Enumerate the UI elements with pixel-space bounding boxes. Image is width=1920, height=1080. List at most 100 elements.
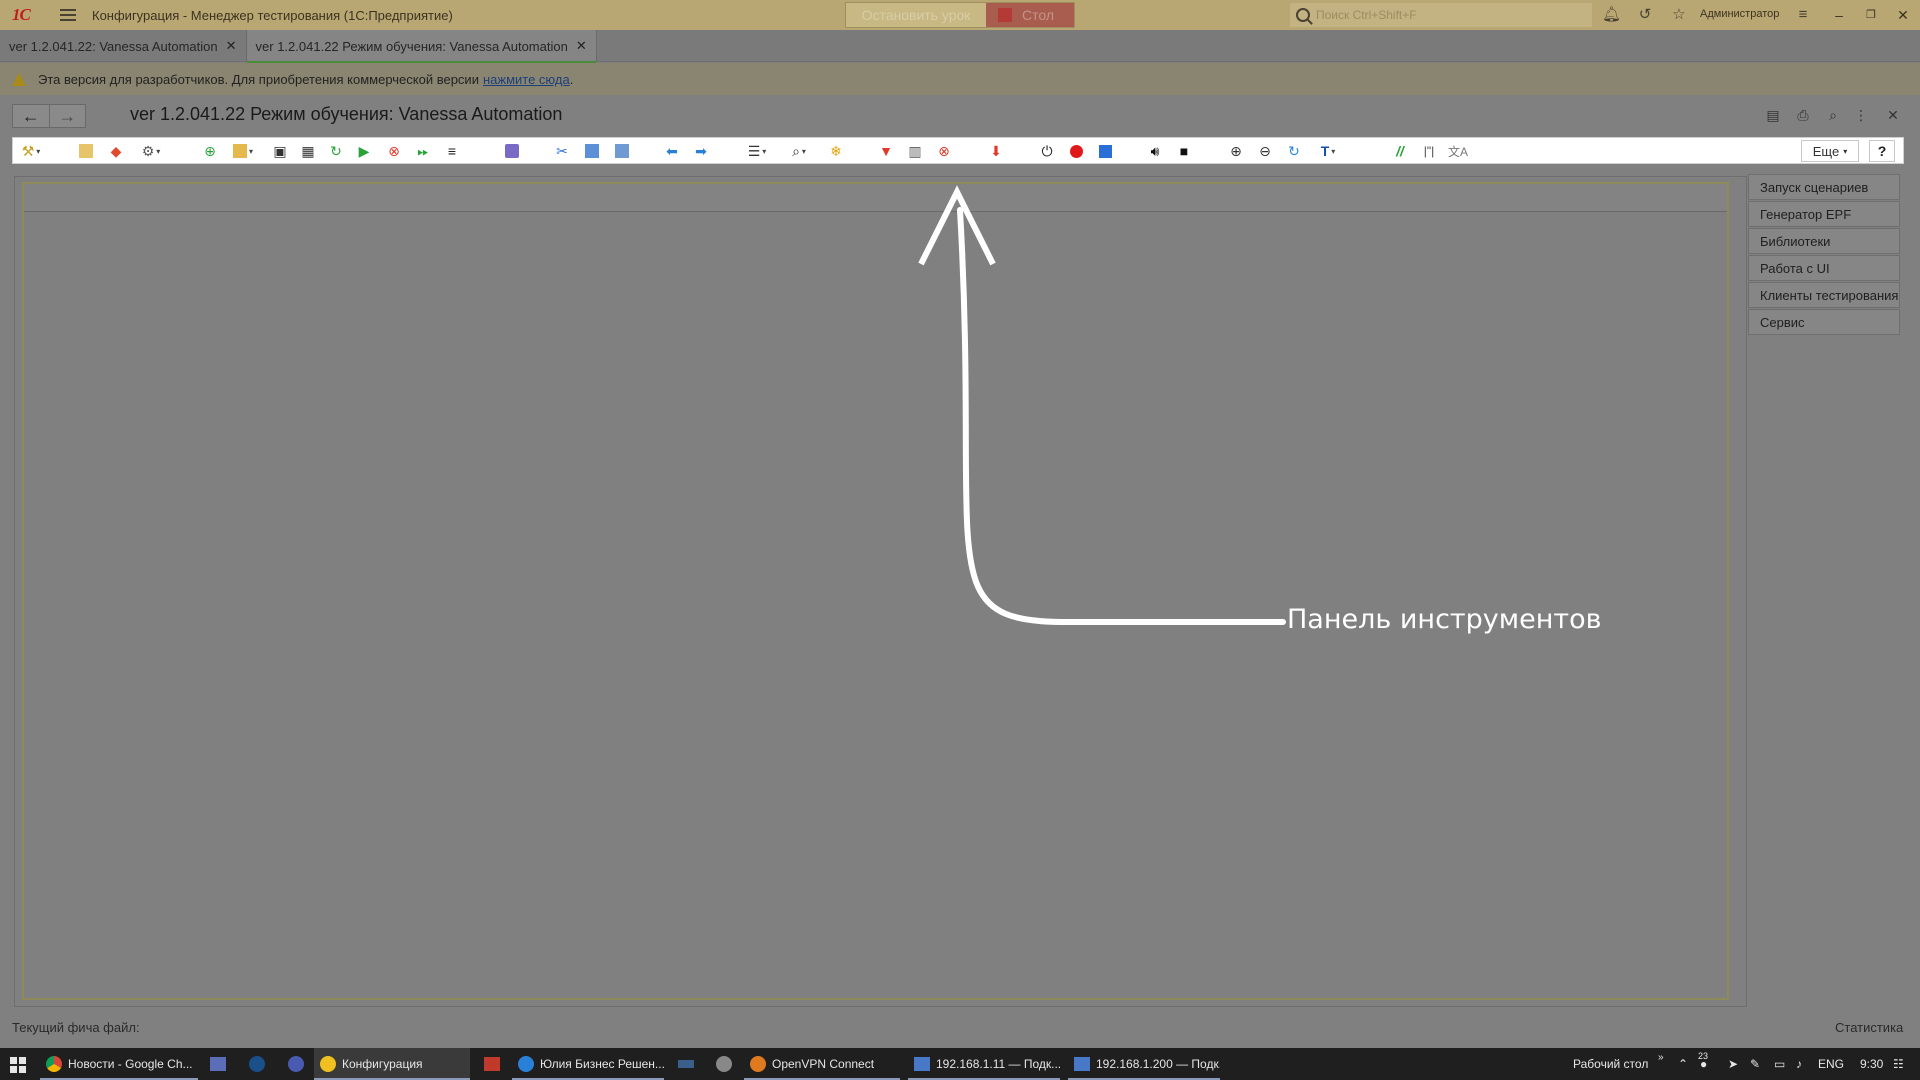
forward-arrow-icon[interactable]: → (48, 105, 86, 127)
preview-icon[interactable]: ⌕ (1824, 106, 1842, 124)
help-button[interactable]: ? (1869, 140, 1895, 162)
side-item-libraries[interactable]: Библиотеки (1748, 228, 1900, 254)
tray-chevron-icon[interactable]: ⌃ (1678, 1057, 1688, 1071)
star-icon[interactable]: ☆ (1670, 6, 1688, 24)
search-input[interactable] (1316, 8, 1586, 22)
tree-button[interactable] (75, 141, 97, 161)
more-button[interactable]: Еще ▾ (1801, 140, 1859, 162)
side-item-run-scenarios[interactable]: Запуск сценариев (1748, 174, 1900, 200)
open-file-button[interactable]: ▾ (227, 141, 259, 161)
taskbar-app-2[interactable] (478, 1048, 508, 1080)
user-name[interactable]: Администратор (1700, 8, 1779, 20)
download-button[interactable]: ⬇︎ (985, 141, 1007, 161)
side-item-service[interactable]: Сервис (1748, 309, 1900, 335)
close-window-icon[interactable]: ✕ (1893, 5, 1913, 25)
save-button[interactable]: ▣ (269, 141, 291, 161)
translate-button[interactable]: 文A (1447, 141, 1469, 161)
taskbar-steam[interactable] (243, 1048, 273, 1080)
clear-button[interactable]: ❄ (825, 141, 847, 161)
close-form-icon[interactable]: ✕ (1884, 106, 1902, 124)
move-down-button[interactable]: ➡︎ (690, 141, 712, 161)
close-tab-icon[interactable]: ✕ (576, 38, 587, 54)
paste-button[interactable] (611, 141, 633, 161)
list-button[interactable]: ☰ ▾ (741, 141, 773, 161)
feature-editor[interactable] (22, 182, 1729, 1000)
font-button[interactable]: T ▾ (1312, 141, 1344, 161)
save-form-icon[interactable]: ▤ (1764, 106, 1782, 124)
stop-button[interactable]: ⊗ (383, 141, 405, 161)
run-button[interactable]: ▶ (353, 141, 375, 161)
side-item-epf-generator[interactable]: Генератор EPF (1748, 201, 1900, 227)
restore-icon[interactable]: ❐ (1861, 5, 1881, 25)
taskbar-openvpn[interactable]: OpenVPN Connect (744, 1048, 900, 1080)
history-icon[interactable]: ↺ (1636, 6, 1654, 24)
settings-button[interactable]: ⚙ ▾ (135, 141, 167, 161)
tools-button[interactable]: ⚒ ▾ (15, 141, 47, 161)
power-button[interactable]: ⏻︎ (1036, 141, 1058, 161)
taskbar-app-4[interactable] (710, 1048, 740, 1080)
paste-icon (615, 144, 629, 158)
step-button[interactable]: ≡ (441, 141, 463, 161)
desk-button[interactable]: Стол (986, 3, 1074, 27)
tab-training-mode[interactable]: ver 1.2.041.22 Режим обучения: Vanessa A… (246, 30, 597, 63)
run-all-button[interactable]: ⏩︎ (412, 141, 434, 161)
quotes-button[interactable]: |"| (1418, 141, 1440, 161)
taskbar-rdp-1[interactable]: 192.168.1.11 — Подк... (908, 1048, 1060, 1080)
tools-icon: ⚒ (21, 142, 35, 159)
sound-button[interactable]: 🔊︎ (1144, 141, 1166, 161)
taskbar-business[interactable]: Юлия Бизнес Решен... (512, 1048, 664, 1080)
move-up-button[interactable]: ⬅︎ (661, 141, 683, 161)
minimize-icon[interactable]: – (1829, 5, 1849, 25)
main-menu-icon[interactable] (60, 9, 76, 21)
add-button[interactable]: ⊕ (199, 141, 221, 161)
back-arrow-icon[interactable]: ← (13, 105, 49, 127)
more-actions-icon[interactable]: ⋮ (1852, 106, 1870, 124)
zoom-out-button[interactable]: ⊖ (1254, 141, 1276, 161)
video-button[interactable]: ■ (1173, 141, 1195, 161)
taskbar-app-1[interactable] (204, 1048, 234, 1080)
sync-button[interactable]: ↻ (1283, 141, 1305, 161)
desktop-toolbar[interactable]: Рабочий стол (1573, 1057, 1648, 1071)
side-item-ui-work[interactable]: Работа с UI (1748, 255, 1900, 281)
taskbar-rdp-2[interactable]: 192.168.1.200 — Подк... (1068, 1048, 1220, 1080)
find-button[interactable]: ⌕ ▾ (783, 141, 815, 161)
cancel-button[interactable]: ⊗ (933, 141, 955, 161)
language-indicator[interactable]: ENG (1818, 1057, 1844, 1071)
settings-menu-icon[interactable]: ≡ (1794, 6, 1812, 24)
taskbar-chrome[interactable]: Новости - Google Ch... (40, 1048, 198, 1080)
stop-record-button[interactable] (1094, 141, 1116, 161)
comment-button[interactable]: // (1389, 141, 1411, 161)
volume-icon[interactable]: ♪ (1796, 1057, 1802, 1071)
network-icon[interactable]: ● (1700, 1057, 1707, 1071)
print-icon[interactable]: ⎙ (1794, 106, 1812, 124)
toolbar: ⚒ ▾ ◆ ⚙ ▾ ⊕ ▾ ▣ ▦ ↻ ▶ ⊗ ⏩︎ ≡ ✂ ⬅︎ ➡︎ ☰ ▾ ⌕ ▾… (12, 137, 1904, 164)
bell-icon[interactable]: 🔔︎ (1602, 6, 1621, 24)
display-icon[interactable]: ▭ (1774, 1057, 1785, 1071)
taskbar-browser[interactable] (282, 1048, 312, 1080)
taskbar-app-3[interactable] (672, 1048, 702, 1080)
telegram-icon[interactable]: ➤ (1728, 1057, 1738, 1071)
save-all-button[interactable]: ▦ (297, 141, 319, 161)
notifications-icon[interactable]: ☷ (1893, 1057, 1904, 1071)
record-button[interactable] (1065, 141, 1087, 161)
stop-lesson-button[interactable]: Остановить урок (846, 3, 986, 27)
close-tab-icon[interactable]: ✕ (226, 38, 237, 54)
expand-icon[interactable]: » (1658, 1052, 1664, 1063)
table-button[interactable]: ▥ (904, 141, 926, 161)
zoom-in-button[interactable]: ⊕ (1225, 141, 1247, 161)
copy-button[interactable] (581, 141, 603, 161)
collapse-button[interactable]: ▼ (875, 141, 897, 161)
tab-vanessa[interactable]: ver 1.2.041.22: Vanessa Automation ✕ (0, 30, 247, 62)
side-item-test-clients[interactable]: Клиенты тестирования (1748, 282, 1900, 308)
pen-icon[interactable]: ✎ (1750, 1057, 1760, 1071)
taskbar-1c-configuration[interactable]: Конфигурация (314, 1048, 470, 1080)
statistics-link[interactable]: Статистика (1835, 1020, 1903, 1035)
bucket-button[interactable] (501, 141, 523, 161)
clock[interactable]: 9:30 (1860, 1057, 1883, 1071)
cut-button[interactable]: ✂ (551, 141, 573, 161)
tab-label: ver 1.2.041.22 Режим обучения: Vanessa A… (255, 38, 568, 54)
git-button[interactable]: ◆ (105, 141, 127, 161)
reload-button[interactable]: ↻ (325, 141, 347, 161)
windows-start-icon[interactable] (10, 1057, 26, 1073)
purchase-link[interactable]: нажмите сюда (483, 72, 570, 87)
